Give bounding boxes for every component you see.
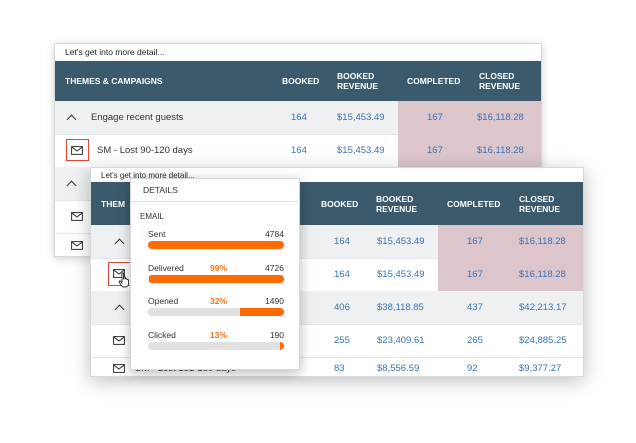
pointer-cursor-icon <box>118 272 129 288</box>
cell-booked: 83 <box>334 363 345 374</box>
metric-label: Delivered <box>148 263 184 273</box>
header-booked[interactable]: BOOKED <box>321 199 358 209</box>
popover-title: DETAILS <box>131 179 299 202</box>
cell-booked-revenue: $38,118.85 <box>377 302 424 313</box>
cell-completed: 92 <box>467 363 478 374</box>
metric-bar <box>148 308 284 316</box>
metric-delivered: Delivered 99% 4726 <box>148 263 284 285</box>
cell-completed: 265 <box>467 335 483 346</box>
header-booked-revenue[interactable]: BOOKED REVENUE <box>376 194 431 214</box>
cell-completed: 167 <box>467 236 483 247</box>
metric-value: 1490 <box>265 296 284 306</box>
header-closed-revenue[interactable]: CLOSED REVENUE <box>519 194 574 214</box>
header-completed[interactable]: COMPLETED <box>407 76 460 86</box>
metric-bar-fill <box>149 275 284 283</box>
table-group-row[interactable]: Engage recent guests 164 $15,453.49 167 … <box>55 101 541 135</box>
chevron-up-icon[interactable] <box>66 180 77 191</box>
cell-closed-revenue: $9,377.27 <box>519 363 562 374</box>
cell-booked: 164 <box>334 236 350 247</box>
envelope-icon[interactable] <box>71 146 83 155</box>
metric-bar-fill <box>240 308 284 316</box>
table-row[interactable]: SM - Lost 90-120 days 164 $15,453.49 167… <box>55 134 541 168</box>
email-section-label: EMAIL <box>140 212 165 221</box>
cell-booked-revenue: $15,453.49 <box>377 269 425 280</box>
header-booked[interactable]: BOOKED <box>282 76 319 86</box>
cell-completed: 167 <box>427 145 443 156</box>
header-booked-revenue[interactable]: BOOKED REVENUE <box>337 71 392 91</box>
table-header: THEMES & CAMPAIGNS BOOKED BOOKED REVENUE… <box>55 61 541 101</box>
chevron-up-icon[interactable] <box>66 114 77 125</box>
cell-closed-revenue: $16,118.28 <box>477 112 524 123</box>
cell-closed-revenue: $42,213.17 <box>519 302 567 313</box>
metric-bar-fill <box>279 342 284 350</box>
cell-booked: 164 <box>291 112 307 123</box>
cell-booked: 164 <box>334 269 350 280</box>
envelope-icon[interactable] <box>71 212 83 221</box>
cell-booked-revenue: $15,453.49 <box>377 236 425 247</box>
group-label: Engage recent guests <box>91 112 184 123</box>
cell-closed-revenue: $16,118.28 <box>519 236 566 247</box>
metric-value: 4726 <box>265 263 284 273</box>
metric-bar <box>148 241 284 249</box>
metric-label: Sent <box>148 229 166 239</box>
metric-label: Clicked <box>148 330 176 340</box>
metric-percent: 99% <box>210 263 228 273</box>
header-completed[interactable]: COMPLETED <box>447 199 500 209</box>
cell-booked-revenue: $8,556.59 <box>377 363 420 374</box>
metric-sent: Sent 4784 <box>148 229 284 251</box>
chevron-up-icon[interactable] <box>114 238 125 249</box>
envelope-icon[interactable] <box>113 336 125 345</box>
header-closed-revenue[interactable]: CLOSED REVENUE <box>479 71 534 91</box>
panel-title: Let's get into more detail... <box>65 47 165 57</box>
metric-value: 4784 <box>265 229 284 239</box>
campaign-label: SM - Lost 90-120 days <box>97 145 193 156</box>
chevron-up-icon[interactable] <box>114 304 125 315</box>
metric-percent: 32% <box>210 296 228 306</box>
metric-value: 190 <box>269 330 284 340</box>
metric-bar <box>148 342 284 350</box>
cell-completed: 437 <box>467 302 483 313</box>
cell-completed: 167 <box>427 112 443 123</box>
metric-label: Opened <box>148 296 179 306</box>
envelope-icon[interactable] <box>113 364 125 373</box>
cell-closed-revenue: $24,885.25 <box>519 335 567 346</box>
cell-closed-revenue: $16,118.28 <box>519 269 566 280</box>
envelope-icon[interactable] <box>71 241 83 250</box>
cell-completed: 167 <box>467 269 483 280</box>
header-themes-campaigns[interactable]: THEM <box>101 199 125 209</box>
cell-closed-revenue: $16,118.28 <box>477 145 524 156</box>
cell-booked-revenue: $23,409.61 <box>377 335 425 346</box>
metric-bar <box>148 275 284 283</box>
cell-booked-revenue: $15,453.49 <box>337 112 385 123</box>
metric-percent: 13% <box>210 330 228 340</box>
cell-booked: 255 <box>334 335 350 346</box>
metric-opened: Opened 32% 1490 <box>148 296 284 318</box>
metric-bar-fill <box>148 241 284 249</box>
cell-booked-revenue: $15,453.49 <box>337 145 385 156</box>
metric-clicked: Clicked 13% 190 <box>148 330 284 352</box>
header-themes-campaigns[interactable]: THEMES & CAMPAIGNS <box>65 76 163 86</box>
cell-booked: 164 <box>291 145 307 156</box>
details-popover: DETAILS EMAIL Sent 4784 Delivered 99% 47… <box>130 178 300 370</box>
cell-booked: 406 <box>334 302 350 313</box>
